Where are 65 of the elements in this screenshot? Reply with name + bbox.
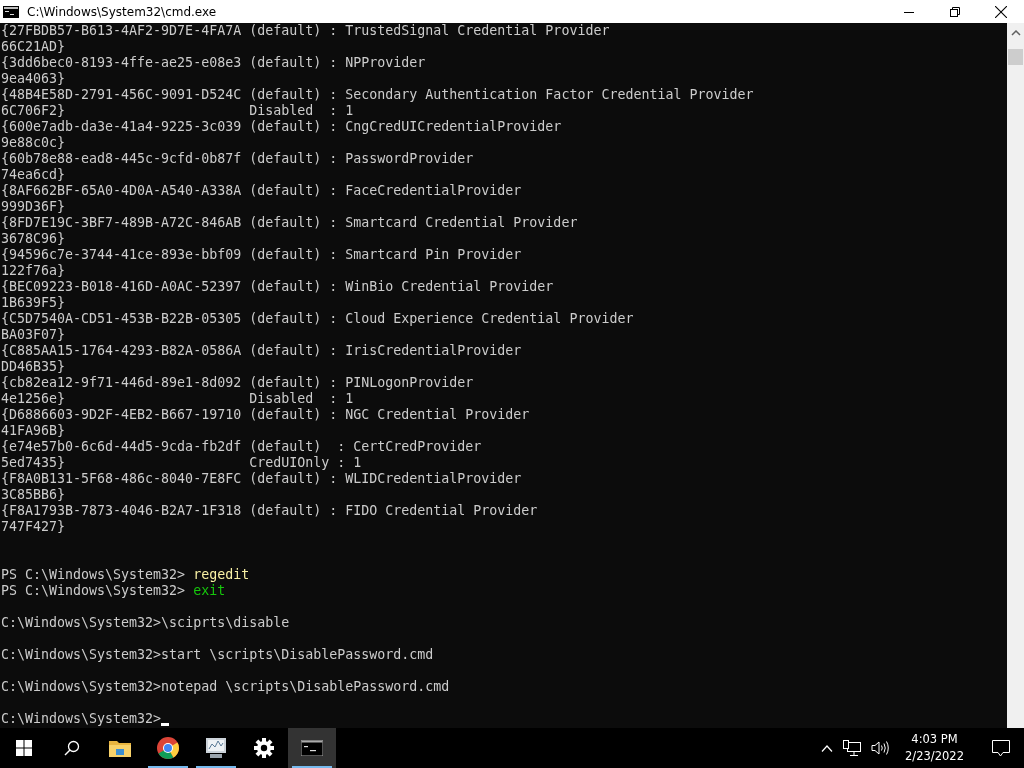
output-line: 4e1256e} Disabled : 1 (1, 391, 355, 407)
output-line: 66C21AD} (1, 39, 67, 55)
output-line: {D6886603-9D2F-4EB2-B667-19710 (default) : NGC Credential Provider (1, 407, 531, 423)
output-line: {600e7adb-da3e-41a4-9225-3c039 (default) : CngCredUICredentialProvider (1, 119, 563, 135)
output-line: {cb82ea12-9f71-446d-89e1-8d092 (default) : PINLogonProvider (1, 375, 475, 391)
output-line: {48B4E58D-2791-456C-9091-D524C (default) : Secondary Authentication Factor Credential Provider (1, 87, 755, 103)
command-text: exit (193, 583, 226, 599)
output-line: {F8A0B131-5F68-486c-8040-7E8FC (default) : WLIDCredentialProvider (1, 471, 523, 487)
prompt-text: C:\Windows\System32> (1, 711, 162, 727)
command-text: \sciprts\disable (161, 615, 290, 631)
scroll-up-icon[interactable] (1010, 30, 1021, 36)
monitor-icon (204, 737, 228, 759)
terminal-taskbar-button[interactable] (288, 728, 336, 768)
output-line: {8AF662BF-65A0-4D0A-A540-A338A (default) : FaceCredentialProvider (1, 183, 523, 199)
prompt-text: PS C:\Windows\System32> (1, 583, 186, 599)
scrollbar[interactable] (1007, 23, 1024, 728)
output-line: 5ed7435} CredUIOnly : 1 (1, 455, 363, 471)
restore-icon (950, 6, 960, 17)
scrollbar-thumb[interactable] (1008, 49, 1023, 65)
output-line: 9e88c0c} (1, 135, 67, 151)
output-line: 122f76a} (1, 263, 67, 279)
output-line: DD46B35} (1, 359, 67, 375)
output-line: {C885AA15-1764-4293-B82A-0586A (default) : IrisCredentialProvider (1, 343, 523, 359)
output-line: {8FD7E19C-3BF7-489B-A72C-846AB (default) : Smartcard Credential Provider (1, 215, 579, 231)
output-line: {60b78e88-ead8-445c-9cfd-0b87f (default) : PasswordProvider (1, 151, 475, 167)
prompt-text: C:\Windows\System32> (1, 647, 162, 663)
output-line: 1B639F5} (1, 295, 67, 311)
windows-icon (16, 740, 32, 756)
command-text: start \scripts\DisablePassword.cmd (161, 647, 434, 663)
browser-icon (157, 737, 179, 759)
date-text: 2/23/2022 (905, 748, 964, 765)
settings-icon (254, 738, 274, 758)
output-line: 3678C96} (1, 231, 67, 247)
output-line: {F8A1793B-7873-4046-B2A7-1F318 (default) : FIDO Credential Provider (1, 503, 539, 519)
output-line: {27FBDB57-B613-4AF2-9D7E-4FA7A (default) : TrustedSignal Credential Provider (1, 23, 611, 39)
console-icon (301, 740, 323, 756)
prompt-text: PS C:\Windows\System32> (1, 567, 186, 583)
output-line: {3dd6bec0-8193-4ffe-ae25-e08e3 (default) : NPProvider (1, 55, 427, 71)
network-icon[interactable] (843, 740, 862, 756)
volume-icon[interactable] (871, 740, 890, 756)
output-line: {BEC09223-B018-416D-A0AC-52397 (default) : WinBio Credential Provider (1, 279, 555, 295)
output-line: 6C706F2} Disabled : 1 (1, 103, 355, 119)
output-line: {C5D7540A-CD51-453B-B22B-05305 (default) : Cloud Experience Credential Provider (1, 311, 635, 327)
output-line: 999D36F} (1, 199, 67, 215)
search-icon (64, 740, 80, 756)
close-icon (995, 5, 1007, 18)
output-line: BA03F07} (1, 327, 67, 343)
output-line: 747F427} (1, 519, 67, 535)
folder-icon (109, 739, 131, 757)
output-line: {e74e57b0-6c6d-44d5-9cda-fb2df (default) : CertCredProvider (1, 439, 483, 455)
output-line: 3C85BB6} (1, 487, 67, 503)
clock[interactable]: 4:03 PM 2/23/2022 (905, 731, 964, 765)
chevron-up-icon[interactable] (821, 744, 834, 752)
output-line: {94596c7e-3744-41ce-893e-bbf09 (default) : Smartcard Pin Provider (1, 247, 523, 263)
output-line: 9ea4063} (1, 71, 67, 87)
command-text: notepad \scripts\DisablePassword.cmd (161, 679, 450, 695)
notification-icon[interactable] (992, 739, 1010, 757)
prompt-text: C:\Windows\System32> (1, 615, 162, 631)
prompt-text: C:\Windows\System32> (1, 679, 162, 695)
time-text: 4:03 PM (911, 731, 958, 748)
output-line: 74ea6cd} (1, 167, 67, 183)
console-icon (3, 5, 19, 18)
window-title: C:\Windows\System32\cmd.exe (27, 4, 217, 19)
output-line: 41FA96B} (1, 423, 67, 439)
command-text: regedit (193, 567, 250, 583)
